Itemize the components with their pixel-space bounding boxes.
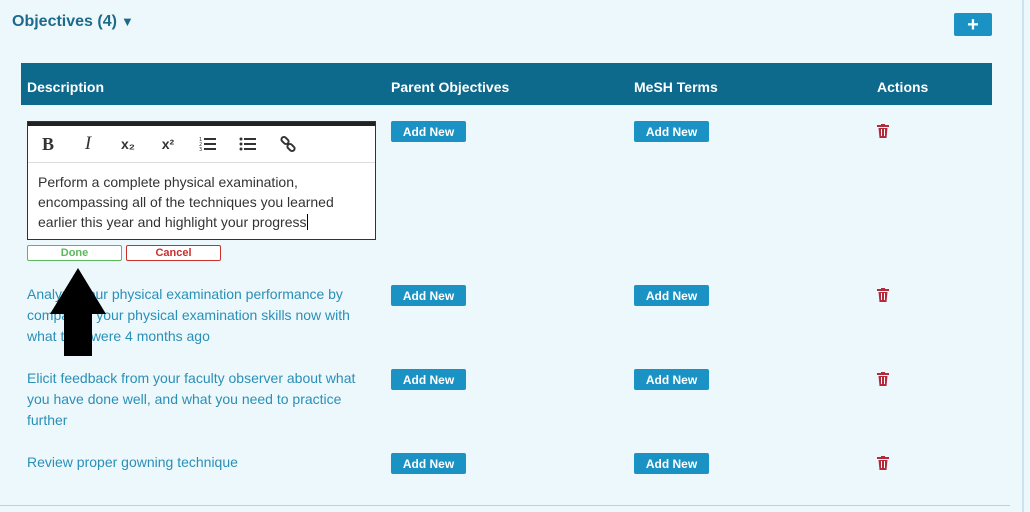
objective-description-link[interactable]: Review proper gowning technique <box>27 452 372 473</box>
trash-icon[interactable] <box>877 456 889 470</box>
done-button[interactable]: Done <box>27 245 122 261</box>
bold-icon[interactable]: B <box>36 132 60 156</box>
objectives-section-title[interactable]: Objectives (4) ▼ <box>12 13 134 31</box>
add-objective-button[interactable]: + <box>954 13 992 36</box>
objective-description-link[interactable]: Elicit feedback from your faculty observ… <box>27 368 372 431</box>
arrow-up-icon <box>50 268 106 356</box>
add-parent-objective-button[interactable]: Add New <box>391 453 466 474</box>
caret-down-icon[interactable]: ▼ <box>121 14 134 29</box>
description-editor: B I x₂ x² 1 2 3 Perform a complete physi… <box>27 121 376 240</box>
text-cursor <box>307 214 309 230</box>
svg-text:3: 3 <box>199 147 202 152</box>
editor-text: Perform a complete physical examination,… <box>38 174 334 230</box>
cancel-button[interactable]: Cancel <box>126 245 221 261</box>
trash-icon[interactable] <box>877 288 889 302</box>
header-description: Description <box>27 79 105 95</box>
page-right-edge <box>1022 0 1024 512</box>
superscript-icon[interactable]: x² <box>156 132 180 156</box>
bottom-divider <box>0 505 1010 506</box>
editor-textarea[interactable]: Perform a complete physical examination,… <box>38 172 358 232</box>
add-mesh-term-button[interactable]: Add New <box>634 121 709 142</box>
link-icon[interactable] <box>276 132 300 156</box>
objectives-title-text: Objectives (4) <box>12 13 117 30</box>
editor-toolbar: B I x₂ x² 1 2 3 <box>28 126 375 163</box>
ordered-list-icon[interactable]: 1 2 3 <box>196 132 220 156</box>
add-mesh-term-button[interactable]: Add New <box>634 285 709 306</box>
add-parent-objective-button[interactable]: Add New <box>391 285 466 306</box>
table-header: Description Parent Objectives MeSH Terms… <box>21 63 992 105</box>
add-mesh-term-button[interactable]: Add New <box>634 453 709 474</box>
add-mesh-term-button[interactable]: Add New <box>634 369 709 390</box>
header-mesh-terms: MeSH Terms <box>634 79 718 95</box>
plus-icon: + <box>967 13 979 36</box>
add-parent-objective-button[interactable]: Add New <box>391 121 466 142</box>
italic-icon[interactable]: I <box>76 132 100 156</box>
header-actions: Actions <box>877 79 929 95</box>
add-parent-objective-button[interactable]: Add New <box>391 369 466 390</box>
subscript-icon[interactable]: x₂ <box>116 132 140 156</box>
trash-icon[interactable] <box>877 372 889 386</box>
trash-icon[interactable] <box>877 124 889 138</box>
header-parent-objectives: Parent Objectives <box>391 79 510 95</box>
bullet-list-icon[interactable] <box>236 132 260 156</box>
